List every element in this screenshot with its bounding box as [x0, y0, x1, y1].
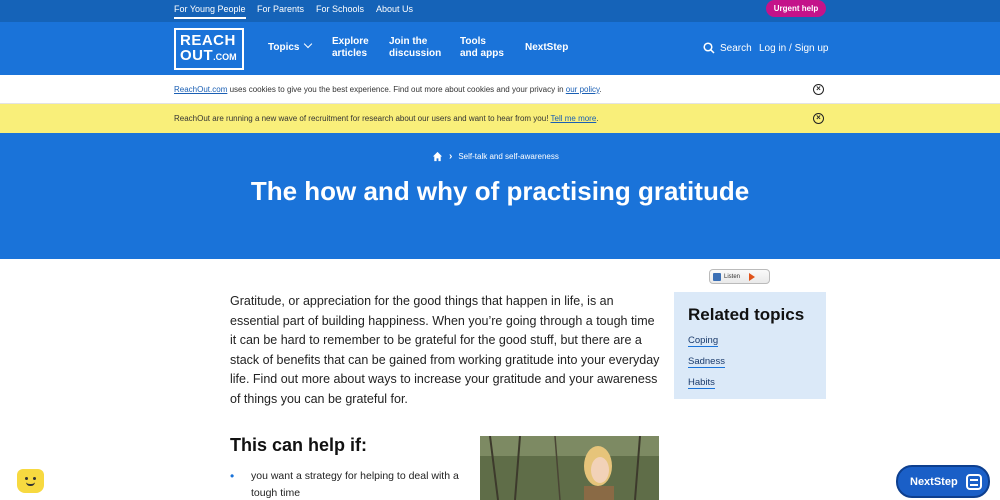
related-topics-title: Related topics	[688, 305, 805, 324]
chevron-down-icon	[304, 39, 313, 49]
article-photo	[480, 436, 659, 500]
main-nav: REACH OUT.COM Topics Explore articles Jo…	[0, 22, 1000, 75]
cookie-text: uses cookies to give you the best experi…	[227, 85, 566, 94]
logo-out: OUT	[180, 47, 214, 64]
recruit-text: ReachOut are running a new wave of recru…	[174, 114, 551, 123]
search-label: Search	[720, 42, 752, 54]
recruit-text-end: .	[596, 114, 599, 123]
photo-illustration	[480, 436, 659, 500]
chat-mascot-icon[interactable]	[17, 469, 44, 493]
listen-label: Listen	[724, 273, 741, 280]
audience-link-schools[interactable]: For Schools	[316, 4, 364, 14]
nav-topics-label: Topics	[268, 42, 300, 53]
close-icon[interactable]: ×	[813, 113, 824, 124]
speaker-icon	[713, 272, 721, 281]
nav-tools-line1: Tools	[460, 36, 486, 47]
reachout-logo[interactable]: REACH OUT.COM	[174, 28, 244, 70]
related-link-sadness[interactable]: Sadness	[688, 356, 725, 368]
article-intro: Gratitude, or appreciation for the good …	[230, 294, 660, 406]
tell-me-more-link[interactable]: Tell me more	[551, 114, 597, 123]
audience-link-about-us[interactable]: About Us	[376, 4, 413, 14]
play-icon	[749, 272, 756, 281]
cookie-policy-link[interactable]: our policy	[566, 85, 600, 94]
home-icon[interactable]	[432, 151, 443, 162]
nextstep-icon	[965, 473, 982, 490]
chevron-right-icon: ›	[449, 151, 453, 162]
breadcrumb-link[interactable]: Self-talk and self-awareness	[458, 152, 559, 161]
nav-explore-line1: Explore	[332, 36, 369, 47]
urgent-help-button[interactable]: Urgent help	[766, 0, 826, 17]
audience-link-parents[interactable]: For Parents	[257, 4, 304, 14]
search-icon	[703, 42, 715, 54]
mascot-eye	[25, 477, 28, 480]
bullet-icon: •	[230, 469, 235, 483]
mascot-mouth	[26, 482, 35, 486]
nav-join-line1: Join the	[389, 36, 428, 47]
close-icon[interactable]: ×	[813, 84, 824, 95]
page-title: The how and why of practising gratitude	[250, 176, 750, 206]
list-item-text: you want a strategy for helping to deal …	[251, 470, 459, 499]
nav-topics[interactable]: Topics	[268, 39, 313, 54]
logo-suffix: .COM	[213, 52, 237, 62]
recruitment-banner: ReachOut are running a new wave of recru…	[0, 104, 1000, 133]
cookie-site-link[interactable]: ReachOut.com	[174, 85, 227, 94]
nav-join-discussion[interactable]: Join the discussion	[389, 36, 441, 60]
nav-nextstep[interactable]: NextStep	[525, 42, 568, 54]
nav-explore-articles[interactable]: Explore articles	[332, 36, 369, 60]
cookie-banner-text: ReachOut.com uses cookies to give you th…	[174, 85, 602, 94]
help-heading: This can help if:	[230, 435, 368, 455]
nextstep-button[interactable]: NextStep	[896, 465, 990, 498]
nav-tools-apps[interactable]: Tools and apps	[460, 36, 504, 60]
logo-line-1: REACH	[180, 32, 236, 49]
related-topics-panel: Related topics Coping Sadness Habits	[674, 292, 826, 399]
nav-join-line2: discussion	[389, 48, 442, 59]
related-link-habits[interactable]: Habits	[688, 377, 715, 389]
nextstep-label: NextStep	[910, 475, 958, 488]
list-item: • you want a strategy for helping to dea…	[230, 468, 460, 500]
article-hero: › Self-talk and self-awareness The how a…	[0, 133, 1000, 259]
recruitment-banner-text: ReachOut are running a new wave of recru…	[174, 114, 599, 123]
mascot-eye	[33, 477, 36, 480]
audience-bar: For Young People For Parents For Schools…	[0, 0, 1000, 22]
cookie-text-end: .	[599, 85, 602, 94]
nav-explore-line2: articles	[332, 48, 368, 59]
logo-line-2: OUT.COM	[180, 48, 239, 65]
audience-link-young-people[interactable]: For Young People	[174, 4, 246, 19]
breadcrumb: › Self-talk and self-awareness	[432, 151, 559, 162]
listen-button[interactable]: Listen	[709, 269, 770, 284]
nav-tools-line2: and apps	[460, 48, 504, 59]
related-link-coping[interactable]: Coping	[688, 335, 719, 347]
cookie-banner: ReachOut.com uses cookies to give you th…	[0, 75, 1000, 104]
search-button[interactable]: Search	[703, 42, 752, 54]
login-signup-link[interactable]: Log in / Sign up	[759, 43, 829, 54]
